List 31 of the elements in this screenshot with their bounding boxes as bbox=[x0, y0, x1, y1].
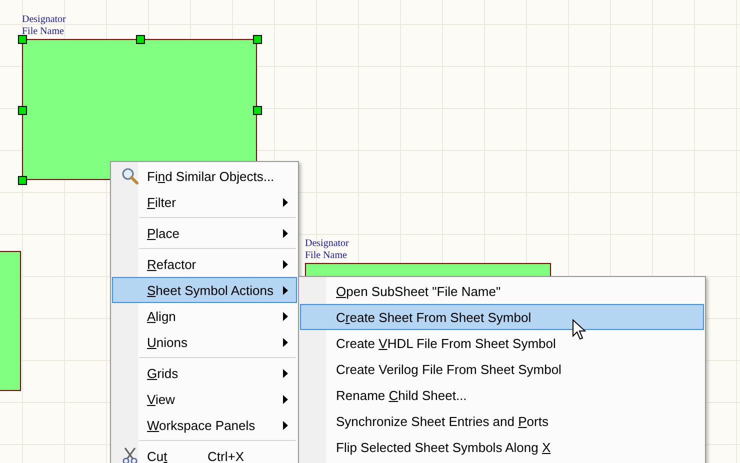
menu-item[interactable]: Align bbox=[112, 303, 297, 329]
menu-item[interactable]: Sheet Symbol Actions bbox=[112, 277, 297, 303]
designator-label: Designator bbox=[22, 14, 66, 26]
menu-item[interactable]: Rename Child Sheet... bbox=[300, 382, 704, 408]
menu-item[interactable]: Open SubSheet "File Name" bbox=[300, 278, 704, 304]
selection-handle[interactable] bbox=[136, 35, 144, 44]
menu-item[interactable]: Create Verilog File From Sheet Symbol bbox=[300, 356, 704, 382]
mouse-pointer-icon bbox=[572, 319, 586, 341]
menu-item[interactable]: Grids bbox=[112, 360, 297, 386]
menu-item[interactable]: Cut Ctrl+X bbox=[112, 443, 297, 463]
menu-item[interactable]: Filter bbox=[112, 189, 297, 215]
selection-handle[interactable] bbox=[253, 35, 262, 44]
scissors-icon bbox=[122, 447, 138, 463]
search-icon bbox=[121, 167, 139, 185]
menu-item[interactable]: Unions bbox=[112, 329, 297, 355]
menu-item[interactable]: Refactor bbox=[112, 251, 297, 277]
designator-label: Designator bbox=[305, 238, 349, 250]
selection-handle[interactable] bbox=[18, 106, 27, 114]
file-name-label: File Name bbox=[305, 250, 348, 262]
menu-item[interactable]: Place bbox=[112, 220, 297, 246]
selection-handle[interactable] bbox=[18, 35, 27, 44]
menu-item[interactable]: Workspace Panels bbox=[112, 412, 297, 438]
menu-item[interactable]: Create Sheet From Sheet Symbol bbox=[300, 304, 704, 330]
menu-item[interactable]: Find Similar Objects... bbox=[112, 163, 297, 189]
menu-item[interactable]: Flip Selected Sheet Symbols Along X bbox=[300, 434, 704, 460]
menu-item[interactable]: View bbox=[112, 386, 297, 412]
selection-handle[interactable] bbox=[18, 176, 27, 185]
file-name-label: File Name bbox=[22, 26, 65, 38]
selection-handle[interactable] bbox=[253, 106, 262, 114]
menu-item[interactable]: Create VHDL File From Sheet Symbol bbox=[300, 330, 704, 356]
menu-item[interactable]: Synchronize Sheet Entries and Ports bbox=[300, 408, 704, 434]
